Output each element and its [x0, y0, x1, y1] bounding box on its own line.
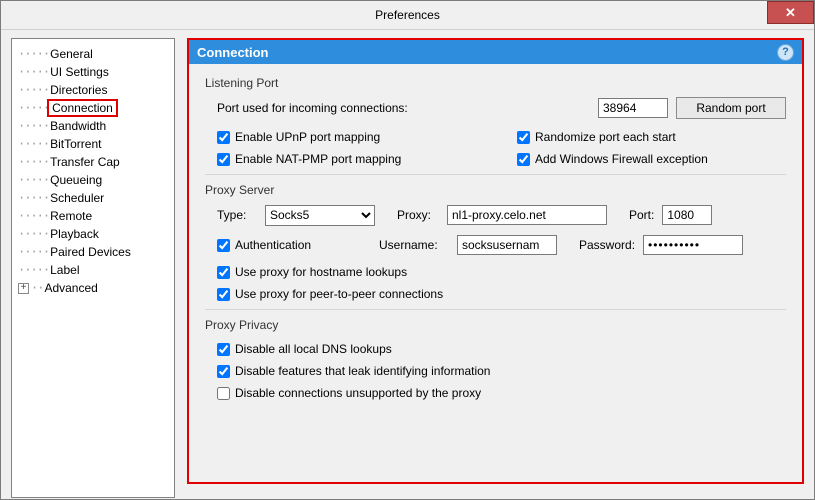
tree-item-paired-devices[interactable]: ····· Paired Devices [18, 243, 174, 261]
natpmp-checkbox[interactable]: Enable NAT-PMP port mapping [217, 152, 401, 166]
tree-item-queueing[interactable]: ····· Queueing [18, 171, 174, 189]
close-icon: ✕ [785, 5, 796, 21]
divider [205, 174, 786, 175]
disable-local-dns-checkbox[interactable]: Disable all local DNS lookups [217, 342, 392, 356]
tree-item-label[interactable]: ····· Label [18, 261, 174, 279]
randomize-port-checkbox[interactable]: Randomize port each start [517, 130, 676, 144]
help-icon[interactable]: ? [777, 44, 794, 61]
random-port-button[interactable]: Random port [676, 97, 786, 119]
upnp-checkbox[interactable]: Enable UPnP port mapping [217, 130, 380, 144]
proxy-privacy-group-label: Proxy Privacy [205, 318, 786, 332]
category-tree: ····· General ····· UI Settings ····· Di… [11, 38, 175, 498]
panel-header: Connection ? [189, 40, 802, 64]
authentication-checkbox[interactable]: Authentication [217, 238, 371, 252]
firewall-exception-checkbox[interactable]: Add Windows Firewall exception [517, 152, 708, 166]
proxy-type-select[interactable]: Socks5 [265, 205, 375, 226]
tree-item-scheduler[interactable]: ····· Scheduler [18, 189, 174, 207]
tree-item-general[interactable]: ····· General [18, 45, 174, 63]
incoming-port-label: Port used for incoming connections: [217, 101, 507, 115]
proxy-server-group-label: Proxy Server [205, 183, 786, 197]
close-button[interactable]: ✕ [767, 1, 814, 24]
tree-item-ui-settings[interactable]: ····· UI Settings [18, 63, 174, 81]
preferences-window: Preferences ✕ ····· General ····· UI Set… [0, 0, 815, 500]
proxy-type-label: Type: [217, 208, 257, 222]
disable-leak-features-checkbox[interactable]: Disable features that leak identifying i… [217, 364, 490, 378]
divider [205, 309, 786, 310]
expand-icon[interactable]: + [18, 283, 29, 294]
tree-item-advanced[interactable]: +·· Advanced [18, 279, 174, 297]
tree-item-playback[interactable]: ····· Playback [18, 225, 174, 243]
proxy-hostname-lookup-checkbox[interactable]: Use proxy for hostname lookups [217, 265, 407, 279]
proxy-host-input[interactable] [447, 205, 607, 225]
password-label: Password: [579, 238, 635, 252]
username-input[interactable] [457, 235, 557, 255]
listening-port-group-label: Listening Port [205, 76, 786, 90]
incoming-port-input[interactable] [598, 98, 668, 118]
proxy-host-label: Proxy: [397, 208, 439, 222]
proxy-p2p-checkbox[interactable]: Use proxy for peer-to-peer connections [217, 287, 443, 301]
tree-item-bandwidth[interactable]: ····· Bandwidth [18, 117, 174, 135]
titlebar: Preferences ✕ [1, 1, 814, 30]
proxy-port-label: Port: [629, 208, 654, 222]
settings-panel: Connection ? Listening Port Port used fo… [187, 38, 804, 484]
tree-item-directories[interactable]: ····· Directories [18, 81, 174, 99]
password-input[interactable] [643, 235, 743, 255]
window-title: Preferences [375, 8, 440, 22]
tree-item-bittorrent[interactable]: ····· BitTorrent [18, 135, 174, 153]
disable-unsupported-connections-checkbox[interactable]: Disable connections unsupported by the p… [217, 386, 481, 400]
tree-item-transfer-cap[interactable]: ····· Transfer Cap [18, 153, 174, 171]
username-label: Username: [379, 238, 449, 252]
tree-item-connection[interactable]: ····· Connection [18, 99, 174, 117]
tree-item-remote[interactable]: ····· Remote [18, 207, 174, 225]
proxy-port-input[interactable] [662, 205, 712, 225]
panel-title: Connection [197, 45, 269, 60]
